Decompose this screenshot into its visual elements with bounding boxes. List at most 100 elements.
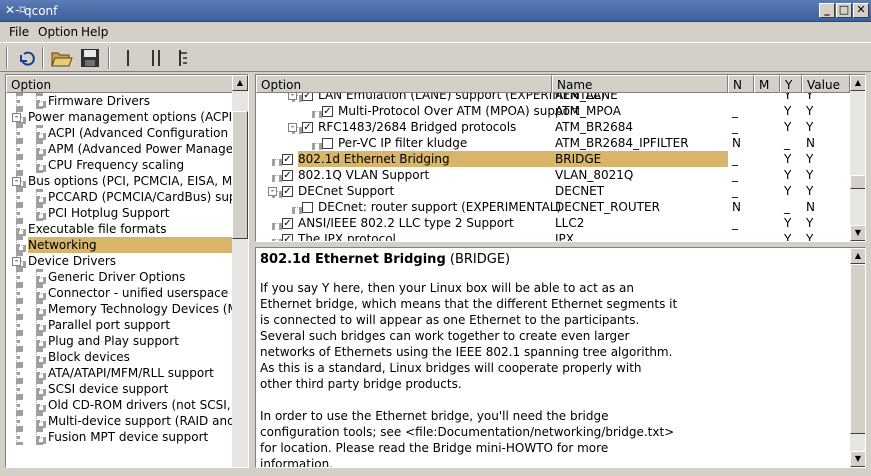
config-n-cell[interactable]: _ — [732, 168, 738, 182]
config-y-cell[interactable]: Y — [784, 104, 791, 118]
config-n-cell[interactable]: N — [732, 200, 741, 214]
column-header-option[interactable]: Option — [256, 75, 552, 93]
menu-help[interactable]: Help — [81, 25, 108, 39]
menu-tree-item[interactable]: ATA/ATAPI/MFM/RLL support — [48, 365, 232, 381]
config-value-cell: Y — [806, 232, 814, 241]
menu-tree-item[interactable]: PCCARD (PCMCIA/CardBus) support — [48, 189, 232, 205]
full-view-button[interactable] — [172, 46, 196, 70]
collapse-icon[interactable]: - — [12, 113, 21, 122]
config-y-cell[interactable]: Y — [784, 232, 791, 241]
scroll-thumb[interactable] — [850, 175, 865, 189]
collapse-icon[interactable]: - — [12, 177, 21, 186]
column-header-name[interactable]: Name — [552, 75, 728, 93]
menu-tree-item[interactable]: APM (Advanced Power Management) BIOS Sup… — [48, 141, 232, 157]
back-button[interactable] — [14, 46, 38, 70]
config-y-cell[interactable]: Y — [784, 216, 791, 230]
menu-tree-item[interactable]: PCI Hotplug Support — [48, 205, 232, 221]
config-option-label[interactable]: DECnet: router support (EXPERIMENTAL) — [318, 200, 561, 214]
config-n-cell[interactable]: _ — [732, 120, 738, 134]
config-option-label[interactable]: 802.1Q VLAN Support — [298, 168, 429, 182]
menu-option[interactable]: Option — [38, 25, 78, 39]
checked-checkbox-icon[interactable]: ✓ — [282, 170, 293, 181]
scroll-up-icon[interactable]: ▲ — [850, 75, 865, 91]
config-option-label[interactable]: 802.1d Ethernet Bridging — [298, 152, 450, 166]
menu-tree-item[interactable]: Multi-device support (RAID and LVM) — [48, 413, 232, 429]
menu-tree-item[interactable]: SCSI device support — [48, 381, 232, 397]
checked-checkbox-icon[interactable]: ✓ — [282, 234, 293, 241]
checked-checkbox-icon[interactable]: ✓ — [282, 186, 293, 197]
menu-tree-item[interactable]: Power management options (ACPI, APM) — [28, 109, 232, 125]
help-title: 802.1d Ethernet Bridging — [260, 252, 446, 267]
config-y-cell[interactable]: Y — [784, 184, 791, 198]
menu-tree-item[interactable]: Generic Driver Options — [48, 269, 232, 285]
column-header-m[interactable]: M — [754, 75, 780, 93]
config-y-cell[interactable]: _ — [784, 136, 790, 150]
config-option-label[interactable]: Multi-Protocol Over ATM (MPOA) support — [338, 104, 580, 118]
checked-checkbox-icon[interactable]: ✓ — [302, 122, 313, 133]
single-view-button[interactable] — [116, 46, 140, 70]
unchecked-checkbox-icon[interactable] — [322, 138, 333, 149]
checked-checkbox-icon[interactable]: ✓ — [282, 154, 293, 165]
menu-tree-scrollbar[interactable]: ▲ — [232, 75, 248, 467]
menu-tree-item[interactable]: Old CD-ROM drivers (not SCSI, not IDE) — [48, 397, 232, 413]
config-n-cell[interactable]: _ — [732, 184, 738, 198]
config-option-label[interactable]: DECnet Support — [298, 184, 394, 198]
config-n-cell[interactable]: _ — [732, 152, 738, 166]
tree-line — [36, 101, 46, 105]
column-header-option[interactable]: Option — [6, 75, 234, 93]
menu-tree-item[interactable]: Device Drivers — [28, 253, 232, 269]
checked-checkbox-icon[interactable]: ✓ — [302, 93, 313, 101]
menu-tree-item[interactable]: Connector - unified userspace <-> kernel… — [48, 285, 232, 301]
collapse-icon[interactable]: - — [288, 93, 297, 100]
menu-tree-item[interactable]: Firmware Drivers — [48, 93, 232, 109]
config-y-cell[interactable]: _ — [784, 200, 790, 214]
menu-tree-item[interactable]: Parallel port support — [48, 317, 232, 333]
split-view-button[interactable] — [144, 46, 168, 70]
scroll-down-icon[interactable]: ▼ — [850, 451, 865, 467]
checked-checkbox-icon[interactable]: ✓ — [322, 106, 333, 117]
window-menu-icon[interactable]: ✕-⌑ — [5, 3, 26, 17]
scroll-thumb[interactable] — [232, 111, 248, 239]
maximize-button[interactable]: □ — [836, 3, 852, 18]
config-option-label[interactable]: ANSI/IEEE 802.2 LLC type 2 Support — [298, 216, 514, 230]
menu-tree-item[interactable]: Executable file formats — [28, 221, 232, 237]
collapse-icon[interactable]: - — [12, 257, 21, 266]
config-n-cell[interactable]: _ — [732, 216, 738, 230]
config-y-cell[interactable]: Y — [784, 93, 791, 102]
menu-tree-item[interactable]: Bus options (PCI, PCMCIA, EISA, MCA, ISA… — [28, 173, 232, 189]
config-y-cell[interactable]: Y — [784, 120, 791, 134]
config-option-label[interactable]: RFC1483/2684 Bridged protocols — [318, 120, 516, 134]
load-button[interactable] — [50, 46, 74, 70]
help-scrollbar[interactable]: ▲ ▼ — [850, 248, 865, 467]
close-button[interactable]: ✕ — [853, 3, 869, 18]
column-header-y[interactable]: Y — [780, 75, 802, 93]
menu-tree-item[interactable]: CPU Frequency scaling — [48, 157, 232, 173]
minimize-button[interactable]: _ — [819, 3, 835, 18]
scroll-up-icon[interactable]: ▲ — [850, 248, 865, 264]
menu-tree-item[interactable]: ACPI (Advanced Configuration and Power I… — [48, 125, 232, 141]
scroll-up-icon[interactable]: ▲ — [232, 75, 248, 91]
column-header-value[interactable]: Value — [802, 75, 850, 93]
collapse-icon[interactable]: - — [288, 123, 297, 132]
menu-tree-item[interactable]: Plug and Play support — [48, 333, 232, 349]
collapse-icon[interactable]: - — [268, 187, 277, 196]
scroll-down-icon[interactable]: ▼ — [850, 225, 865, 241]
checked-checkbox-icon[interactable]: ✓ — [282, 218, 293, 229]
menu-tree-item[interactable]: Networking — [28, 237, 232, 253]
config-n-cell[interactable]: N — [732, 136, 741, 150]
config-y-cell[interactable]: Y — [784, 152, 791, 166]
scroll-thumb[interactable] — [850, 264, 865, 434]
config-y-cell[interactable]: Y — [784, 168, 791, 182]
config-option-label[interactable]: The IPX protocol — [298, 232, 396, 241]
config-option-label[interactable]: Per-VC IP filter kludge — [338, 136, 467, 150]
config-list-scrollbar[interactable]: ▲ ▼ — [850, 75, 865, 241]
config-n-cell[interactable]: _ — [732, 104, 738, 118]
menu-tree-item[interactable]: Fusion MPT device support — [48, 429, 232, 445]
menu-file[interactable]: File — [9, 25, 29, 39]
config-value-cell: Y — [806, 184, 814, 198]
menu-tree-item[interactable]: Memory Technology Devices (MTD) — [48, 301, 232, 317]
unchecked-checkbox-icon[interactable] — [302, 202, 313, 213]
save-button[interactable] — [78, 46, 102, 70]
column-header-n[interactable]: N — [728, 75, 754, 93]
menu-tree-item[interactable]: Block devices — [48, 349, 232, 365]
